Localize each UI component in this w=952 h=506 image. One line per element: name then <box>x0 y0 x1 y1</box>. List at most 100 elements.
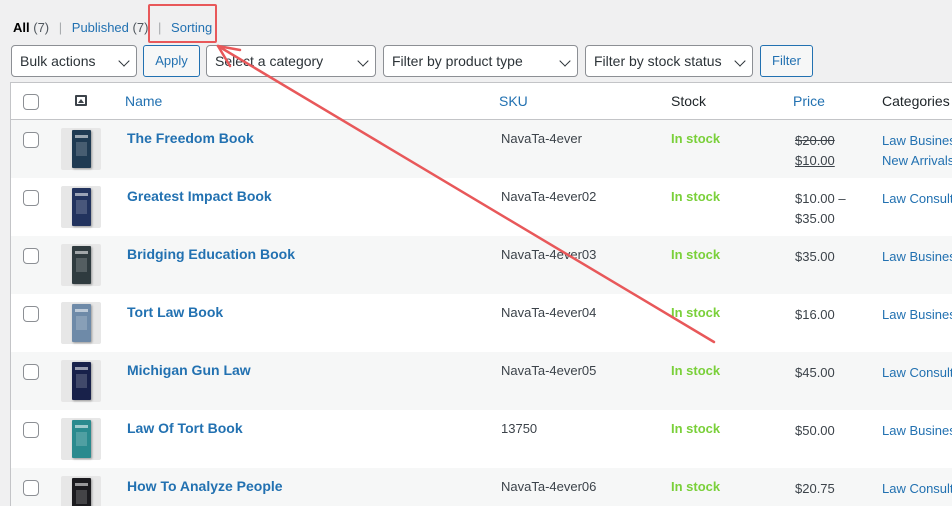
row-checkbox[interactable] <box>23 248 39 264</box>
bulk-actions-label: Bulk actions <box>20 53 96 69</box>
product-name-link[interactable]: Law Of Tort Book <box>127 420 243 436</box>
row-checkbox[interactable] <box>23 480 39 496</box>
product-categories: Law Consulting <box>882 479 952 499</box>
column-categories: Categories <box>882 93 950 109</box>
book-cover-image <box>72 246 91 284</box>
price-range-end: $35.00 <box>795 211 835 226</box>
table-row: Tort Law Book NavaTa-4ever04 In stock $1… <box>11 294 952 352</box>
view-published-count: (7) <box>132 20 149 35</box>
stock-status: In stock <box>671 363 721 378</box>
chevron-down-icon <box>118 55 130 67</box>
product-name-link[interactable]: How To Analyze People <box>127 478 283 494</box>
column-stock: Stock <box>671 93 707 109</box>
product-type-label: Filter by product type <box>392 53 523 69</box>
stock-status: In stock <box>671 421 721 436</box>
regular-price: $20.00 <box>795 133 835 148</box>
table-row: Bridging Education Book NavaTa-4ever03 I… <box>11 236 952 294</box>
column-sku[interactable]: SKU <box>499 93 528 109</box>
category-label: Select a category <box>215 53 324 69</box>
view-all-link[interactable]: All <box>13 20 30 35</box>
product-sku: NavaTa-4ever05 <box>501 363 597 378</box>
table-row: Law Of Tort Book 13750 In stock $50.00 L… <box>11 410 952 468</box>
table-row: Michigan Gun Law NavaTa-4ever05 In stock… <box>11 352 952 410</box>
category-link[interactable]: Law Business <box>882 131 952 151</box>
product-sku: NavaTa-4ever06 <box>501 479 597 494</box>
products-table: Name SKU Stock Price Categories The Free… <box>10 82 952 506</box>
bulk-actions-select[interactable]: Bulk actions <box>11 45 137 77</box>
column-name[interactable]: Name <box>125 93 162 109</box>
product-sku: NavaTa-4ever04 <box>501 305 597 320</box>
annotation-highlight-box <box>148 4 217 43</box>
product-price: $16.00 <box>795 307 835 322</box>
product-name-link[interactable]: Greatest Impact Book <box>127 188 272 204</box>
product-name-link[interactable]: The Freedom Book <box>127 130 254 146</box>
product-name-link[interactable]: Michigan Gun Law <box>127 362 251 378</box>
row-checkbox[interactable] <box>23 422 39 438</box>
product-price: $20.75 <box>795 481 835 496</box>
book-cover-image <box>72 130 91 168</box>
product-categories: Law Business <box>882 305 952 325</box>
select-all-checkbox[interactable] <box>23 94 39 110</box>
product-price: $35.00 <box>795 249 835 264</box>
sale-price: $10.00 <box>795 153 835 168</box>
product-categories: Law Business New Arrivals <box>882 131 952 171</box>
product-thumbnail[interactable] <box>61 418 101 460</box>
stock-status: In stock <box>671 247 721 262</box>
separator: | <box>58 20 63 35</box>
book-cover-image <box>72 304 91 342</box>
product-categories: Law Business <box>882 247 952 267</box>
category-link[interactable]: New Arrivals <box>882 151 952 171</box>
chevron-down-icon <box>559 55 571 67</box>
apply-button[interactable]: Apply <box>143 45 200 77</box>
category-link[interactable]: Law Consulting <box>882 189 952 209</box>
row-checkbox[interactable] <box>23 132 39 148</box>
product-price: $10.00 – $35.00 <box>795 189 846 229</box>
stock-status: In stock <box>671 479 721 494</box>
view-published-link[interactable]: Published <box>72 20 129 35</box>
stock-status: In stock <box>671 189 721 204</box>
stock-status-label: Filter by stock status <box>594 53 722 69</box>
price-range-start: $10.00 – <box>795 191 846 206</box>
book-cover-image <box>72 420 91 458</box>
chevron-down-icon <box>357 55 369 67</box>
stock-status: In stock <box>671 305 721 320</box>
product-sku: NavaTa-4ever <box>501 131 582 146</box>
product-price: $50.00 <box>795 423 835 438</box>
row-checkbox[interactable] <box>23 364 39 380</box>
product-name-link[interactable]: Tort Law Book <box>127 304 223 320</box>
product-thumbnail[interactable] <box>61 186 101 228</box>
category-link[interactable]: Law Business <box>882 305 952 325</box>
category-link[interactable]: Law Business <box>882 247 952 267</box>
book-cover-image <box>72 188 91 226</box>
category-link[interactable]: Law Consulting <box>882 479 952 499</box>
filter-button[interactable]: Filter <box>760 45 813 77</box>
product-thumbnail[interactable] <box>61 360 101 402</box>
category-select[interactable]: Select a category <box>206 45 376 77</box>
table-row: The Freedom Book NavaTa-4ever In stock $… <box>11 120 952 178</box>
product-categories: Law Consulting <box>882 189 952 209</box>
product-price: $20.00 $10.00 <box>795 131 835 171</box>
book-cover-image <box>72 362 91 400</box>
product-name-link[interactable]: Bridging Education Book <box>127 246 295 262</box>
table-row: Greatest Impact Book NavaTa-4ever02 In s… <box>11 178 952 236</box>
view-all-count: (7) <box>33 20 50 35</box>
row-checkbox[interactable] <box>23 306 39 322</box>
table-header: Name SKU Stock Price Categories <box>11 83 952 120</box>
product-thumbnail[interactable] <box>61 244 101 286</box>
category-link[interactable]: Law Consulting <box>882 363 952 383</box>
column-price[interactable]: Price <box>793 93 825 109</box>
stock-status-select[interactable]: Filter by stock status <box>585 45 753 77</box>
product-thumbnail[interactable] <box>61 128 101 170</box>
product-thumbnail[interactable] <box>61 302 101 344</box>
product-price: $45.00 <box>795 365 835 380</box>
stock-status: In stock <box>671 131 721 146</box>
category-link[interactable]: Law Business <box>882 421 952 441</box>
product-thumbnail[interactable] <box>61 476 101 506</box>
product-sku: NavaTa-4ever02 <box>501 189 597 204</box>
product-type-select[interactable]: Filter by product type <box>383 45 578 77</box>
table-row: How To Analyze People NavaTa-4ever06 In … <box>11 468 952 506</box>
row-checkbox[interactable] <box>23 190 39 206</box>
product-sku: NavaTa-4ever03 <box>501 247 597 262</box>
image-icon <box>75 95 87 106</box>
product-sku: 13750 <box>501 421 538 436</box>
